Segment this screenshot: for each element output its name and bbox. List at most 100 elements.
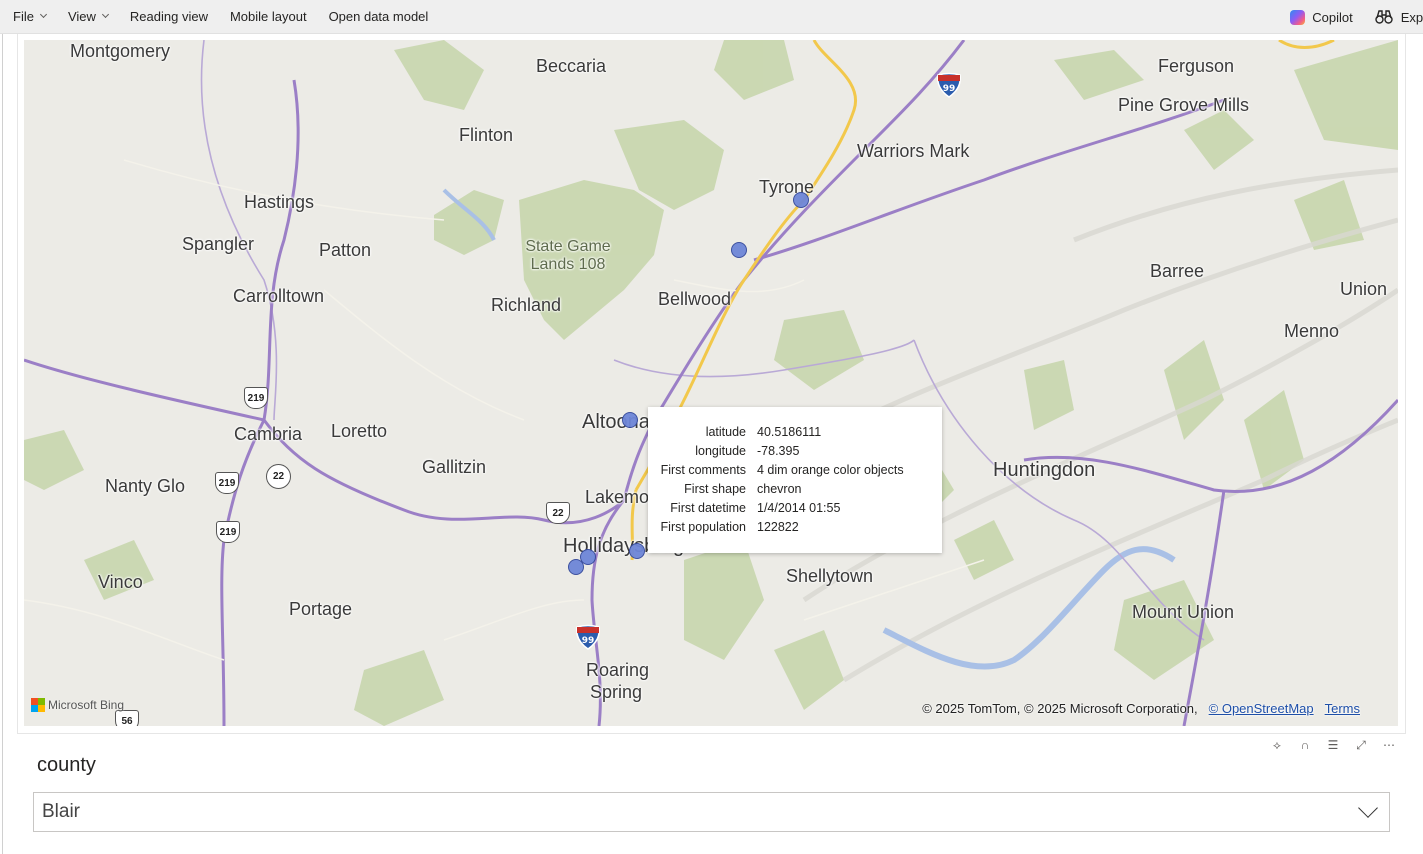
chevron-down-icon: [101, 10, 109, 19]
map-attribution: © 2025 TomTom, © 2025 Microsoft Corporat…: [922, 701, 1360, 716]
bing-attribution: Microsoft Bing: [31, 698, 124, 712]
filter-icon[interactable]: ☰: [1326, 738, 1340, 752]
county-slicer-dropdown[interactable]: Blair: [33, 792, 1390, 832]
interstate-shield-icon: 99: [575, 624, 601, 650]
menubar-right: Copilot Expl: [1290, 0, 1423, 34]
place-label: Carrolltown: [233, 286, 325, 306]
route-56-shield: 56: [115, 710, 139, 726]
route-22-shield: 22: [266, 464, 291, 489]
place-label: Warriors Mark: [857, 141, 970, 161]
tooltip-value: 122822: [757, 519, 799, 534]
map-marker[interactable]: [568, 559, 584, 575]
place-label: Vinco: [98, 572, 143, 592]
place-label: Nanty Glo: [105, 476, 186, 496]
menu-view[interactable]: View: [57, 0, 119, 34]
map-tooltip: latitude 40.5186111 longitude -78.395 Firs…: [648, 407, 942, 553]
explore-button[interactable]: Expl: [1375, 9, 1423, 25]
place-label: Menno: [1284, 321, 1340, 341]
route-219-shield: 219: [216, 521, 240, 543]
map-marker[interactable]: [793, 192, 809, 208]
place-label: Montgomery: [70, 41, 171, 61]
interstate-shield-icon: 99: [936, 72, 962, 98]
tooltip-value: 1/4/2014 01:55: [757, 500, 841, 515]
openstreetmap-link[interactable]: © OpenStreetMap: [1209, 701, 1314, 716]
map-visual[interactable]: Montgomery Beccaria Ferguson Pine Grove …: [24, 40, 1398, 726]
map-marker[interactable]: [629, 543, 645, 559]
pin-icon[interactable]: ⟡: [1270, 738, 1284, 752]
place-label: Patton: [319, 240, 372, 260]
place-label: Altoona: [582, 411, 650, 433]
tooltip-key: First population: [660, 519, 746, 534]
tooltip-row: longitude -78.395: [660, 441, 930, 460]
tooltip-value: 4 dim orange color objects: [757, 462, 904, 477]
binoculars-icon: [1375, 10, 1393, 24]
tooltip-value: chevron: [757, 481, 802, 496]
copilot-label: Copilot: [1312, 9, 1353, 25]
tooltip-row: First comments 4 dim orange color objects: [660, 460, 930, 479]
menu-reading-view-label: Reading view: [129, 9, 208, 24]
tooltip-row: First datetime 1/4/2014 01:55: [660, 498, 930, 517]
microsoft-logo-icon: [31, 698, 45, 712]
menu-reading-view[interactable]: Reading view: [119, 0, 219, 34]
top-menubar: File View Reading view Mobile layout Ope…: [0, 0, 1423, 34]
park-label: State Game Lands 108: [525, 238, 611, 273]
focus-mode-icon[interactable]: ⤢: [1354, 738, 1368, 752]
place-label: Portage: [289, 599, 353, 619]
place-label: Shellytown: [786, 566, 874, 586]
place-label: Pine Grove Mills: [1118, 95, 1250, 115]
menu-mobile-layout[interactable]: Mobile layout: [219, 0, 318, 34]
map-marker[interactable]: [731, 242, 747, 258]
tooltip-row: First shape chevron: [660, 479, 930, 498]
menu-file[interactable]: File: [0, 0, 57, 34]
menu-open-data-model[interactable]: Open data model: [318, 0, 440, 34]
route-219-shield: 219: [244, 387, 268, 409]
map-marker[interactable]: [622, 412, 638, 428]
place-label: Beccaria: [536, 56, 607, 76]
place-label: Flinton: [459, 125, 514, 145]
tooltip-key: First shape: [684, 481, 746, 496]
bing-label: Microsoft Bing: [48, 698, 125, 712]
visual-header-icons: ⟡ ∩ ☰ ⤢ ⋯: [1270, 738, 1396, 753]
spotlight-icon[interactable]: ∩: [1298, 738, 1312, 752]
route-219-shield: 219: [215, 472, 239, 494]
place-label: Roaring Spring: [586, 660, 650, 702]
tooltip-row: latitude 40.5186111: [660, 422, 930, 441]
explore-label: Expl: [1400, 9, 1423, 25]
menu-mobile-layout-label: Mobile layout: [229, 9, 307, 24]
slicer-title: county: [37, 754, 96, 776]
menu-file-label: File: [13, 9, 34, 24]
page-edge: [2, 34, 3, 854]
place-label: Huntingdon: [993, 459, 1096, 481]
tooltip-key: First comments: [660, 462, 746, 477]
tooltip-value: 40.5186111: [757, 424, 822, 439]
tooltip-key: First datetime: [670, 500, 746, 515]
chevron-down-icon: [1358, 798, 1378, 818]
interstate-99-label: 99: [943, 84, 956, 94]
chevron-down-icon: [39, 10, 47, 19]
place-label: Cambria: [234, 424, 303, 444]
copilot-button[interactable]: Copilot: [1290, 9, 1353, 25]
place-label: Loretto: [331, 421, 388, 441]
menu-view-label: View: [67, 9, 96, 24]
copilot-icon: [1290, 9, 1306, 25]
interstate-99-label: 99: [582, 636, 595, 646]
tooltip-row: First population 122822: [660, 517, 930, 536]
tooltip-key: longitude: [695, 443, 746, 458]
place-label: Ferguson: [1158, 56, 1235, 76]
menu-open-data-model-label: Open data model: [328, 9, 429, 24]
place-label: Barree: [1150, 261, 1205, 281]
route-22-shield: 22: [546, 502, 570, 524]
place-label: Gallitzin: [422, 457, 487, 477]
place-label: Union: [1340, 279, 1388, 299]
terms-link[interactable]: Terms: [1325, 701, 1360, 716]
place-label: Hastings: [244, 192, 315, 212]
tooltip-value: -78.395: [757, 443, 800, 458]
attribution-text: © 2025 TomTom, © 2025 Microsoft Corporat…: [922, 701, 1198, 716]
tooltip-key: latitude: [705, 424, 746, 439]
map-base: [24, 40, 1398, 726]
slicer-selected-value: Blair: [42, 801, 81, 822]
place-label: Bellwood: [658, 289, 732, 309]
more-options-icon[interactable]: ⋯: [1382, 738, 1396, 752]
place-label: Richland: [491, 295, 562, 315]
place-label: Mount Union: [1132, 602, 1235, 622]
